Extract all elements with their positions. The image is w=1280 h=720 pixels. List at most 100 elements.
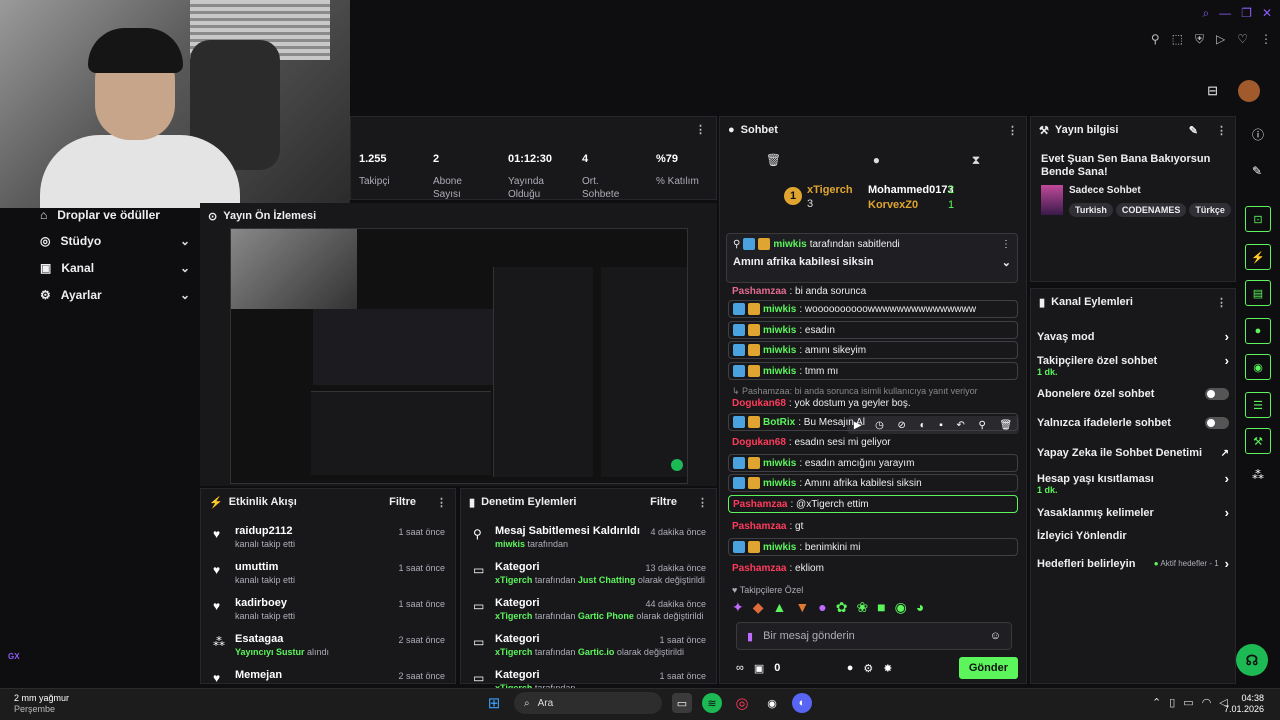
action-account-age[interactable]: Hesap yaşı kısıtlaması 1 dk. ›: [1037, 471, 1229, 495]
chat-message[interactable]: Pashamzaa: @xTigerch ettim: [728, 495, 1018, 513]
chat-username[interactable]: BotRix: [763, 417, 795, 428]
nav-item-channel[interactable]: ▣ Kanal ⌄: [40, 261, 190, 275]
chevron-down-icon[interactable]: ⌄: [1002, 256, 1011, 269]
chat-username[interactable]: Pashamzaa: [733, 499, 787, 510]
chat-username[interactable]: Pashamzaa: [732, 521, 786, 532]
chat-message[interactable]: miwkis: tmm mı: [728, 362, 1018, 380]
capture-icon[interactable]: ⬚: [1172, 32, 1183, 47]
monitor-icon[interactable]: ▭: [1183, 696, 1193, 709]
chat-message[interactable]: miwkis: amını sikeyim: [728, 341, 1018, 359]
chat-message[interactable]: Dogukan68: yok dostum ya geyler boş.: [728, 394, 1018, 412]
chat-icon[interactable]: ●: [847, 662, 854, 674]
more-icon[interactable]: ⋮: [1007, 124, 1018, 137]
mic-icon[interactable]: ▯: [1169, 696, 1175, 709]
chat-message[interactable]: miwkis: benimkini mi: [728, 538, 1018, 556]
spotify-icon[interactable]: ≋: [702, 693, 722, 713]
layout-icon[interactable]: ☰: [1245, 392, 1271, 418]
bolt-icon[interactable]: ⚡: [1245, 244, 1271, 270]
taskbar-search[interactable]: ⌕ Ara: [514, 692, 662, 714]
pin-icon[interactable]: ⚲: [1151, 32, 1160, 47]
hourglass-icon[interactable]: ⧗: [972, 153, 980, 168]
wifi-icon[interactable]: ◠: [1202, 696, 1212, 709]
chat-message[interactable]: Pashamzaa: bi anda sorunca: [728, 282, 1018, 300]
chat-username[interactable]: miwkis: [763, 542, 796, 553]
emote-icon[interactable]: ▼: [795, 599, 809, 616]
info-icon[interactable]: ⓘ: [1252, 126, 1264, 143]
filter-button[interactable]: Filtre: [389, 496, 416, 508]
chevron-up-icon[interactable]: ⌃: [1152, 696, 1161, 709]
message-icon[interactable]: ●: [873, 153, 880, 168]
wrench-icon[interactable]: ⚒: [1245, 428, 1271, 454]
emote-icon[interactable]: ✿: [836, 599, 848, 616]
action-slow-mode[interactable]: Yavaş mod ›: [1037, 329, 1229, 344]
action-banned-words[interactable]: Yasaklanmış kelimeler ›: [1037, 505, 1229, 520]
category-thumbnail[interactable]: [1041, 185, 1063, 215]
tag[interactable]: CODENAMES: [1115, 203, 1187, 217]
chat-username[interactable]: miwkis: [763, 345, 796, 356]
stream-preview-video[interactable]: [230, 228, 688, 484]
infinity-icon[interactable]: ∞: [736, 662, 744, 674]
emote-icon[interactable]: ◉: [895, 599, 907, 616]
emote-icon[interactable]: ■: [877, 599, 885, 616]
emote-icon[interactable]: ❀: [856, 599, 868, 616]
points-icon[interactable]: ▣: [754, 662, 764, 675]
emote-icon[interactable]: ✦: [732, 599, 744, 616]
broadcast-icon[interactable]: ◉: [1245, 354, 1271, 380]
chat-username[interactable]: miwkis: [763, 304, 796, 315]
chat-message[interactable]: miwkis: Amını afrika kabilesi siksin: [728, 474, 1018, 492]
chat-message[interactable]: Dogukan68: esadın sesi mi geliyor: [728, 433, 1018, 451]
chat-message[interactable]: miwkis: esadın: [728, 321, 1018, 339]
mic-icon[interactable]: ▮: [747, 630, 753, 643]
action-goals[interactable]: Hedefleri belirleyin ● Aktif hedefler - 1…: [1037, 556, 1229, 571]
chat-input[interactable]: ▮ Bir mesaj gönderin ☺: [736, 622, 1012, 650]
chat-message[interactable]: Pashamzaa: ekliom: [728, 559, 1018, 577]
more-icon[interactable]: ⋮: [1001, 239, 1011, 250]
discord-icon[interactable]: ◐: [792, 693, 812, 713]
avatar[interactable]: [1238, 80, 1260, 102]
action-ai-moderation[interactable]: Yapay Zeka ile Sohbet Denetimi ↗: [1037, 447, 1229, 459]
minimize-icon[interactable]: —: [1219, 6, 1231, 21]
chat-message[interactable]: miwkis: esadın amcığını yarayım: [728, 454, 1018, 472]
filter-button[interactable]: Filtre: [650, 496, 677, 508]
document-icon[interactable]: ▤: [1245, 280, 1271, 306]
nav-item-settings[interactable]: ⚙ Ayarlar ⌄: [40, 288, 190, 302]
action-raid[interactable]: İzleyici Yönlendir: [1037, 530, 1229, 542]
more-icon[interactable]: ⋮: [697, 496, 708, 509]
pencil-icon[interactable]: ✎: [1252, 164, 1262, 178]
category-name[interactable]: Sadece Sohbet: [1069, 185, 1141, 196]
close-icon[interactable]: ✕: [1262, 6, 1272, 21]
more-icon[interactable]: ⋮: [695, 123, 706, 136]
support-button[interactable]: ☊: [1236, 644, 1268, 676]
shield-icon[interactable]: ⛨: [1195, 32, 1204, 47]
toggle-switch[interactable]: [1205, 388, 1229, 400]
send-button[interactable]: Gönder: [958, 657, 1018, 679]
chat-username[interactable]: miwkis: [763, 366, 796, 377]
chat-message[interactable]: miwkis: woooooooooowwwwwwwwwwwwwww: [728, 300, 1018, 318]
menu-icon[interactable]: ⋮: [1260, 32, 1272, 47]
heart-icon[interactable]: ♡: [1237, 32, 1248, 47]
action-followers-only[interactable]: Takipçilere özel sohbet 1 dk. ›: [1037, 353, 1229, 377]
task-view-icon[interactable]: ▭: [672, 693, 692, 713]
clock[interactable]: 04:38 7.01.2026: [1224, 693, 1264, 715]
emote-icon[interactable]: ◕: [916, 599, 924, 616]
bot-icon[interactable]: ✸: [883, 662, 892, 675]
emoji-icon[interactable]: ☺: [990, 630, 1001, 642]
nav-item-studio[interactable]: ◎ Stüdyo ⌄: [40, 234, 190, 248]
chat-username[interactable]: miwkis: [763, 325, 796, 336]
capture-icon[interactable]: ⊡: [1245, 206, 1271, 232]
play-icon[interactable]: ▷: [1216, 32, 1225, 47]
nodes-icon[interactable]: ⁂: [1252, 468, 1264, 482]
chat-message[interactable]: Pashamzaa: gt: [728, 517, 1018, 535]
emote-icon[interactable]: ◆: [753, 599, 764, 616]
trash-icon[interactable]: 🗑: [766, 153, 781, 168]
gear-icon[interactable]: ⚙: [863, 662, 873, 675]
weather-widget[interactable]: 2 mm yağmur Perşembe: [14, 693, 69, 715]
chat-username[interactable]: Pashamzaa: [732, 563, 786, 574]
more-icon[interactable]: ⋮: [436, 496, 447, 509]
toggle-switch[interactable]: [1205, 417, 1229, 429]
more-icon[interactable]: ⋮: [1216, 124, 1227, 137]
chat-username[interactable]: Pashamzaa: [732, 286, 786, 297]
chat-username[interactable]: miwkis: [763, 478, 796, 489]
opera-icon[interactable]: ◎: [732, 693, 752, 713]
emote-icon[interactable]: ▲: [773, 599, 787, 616]
